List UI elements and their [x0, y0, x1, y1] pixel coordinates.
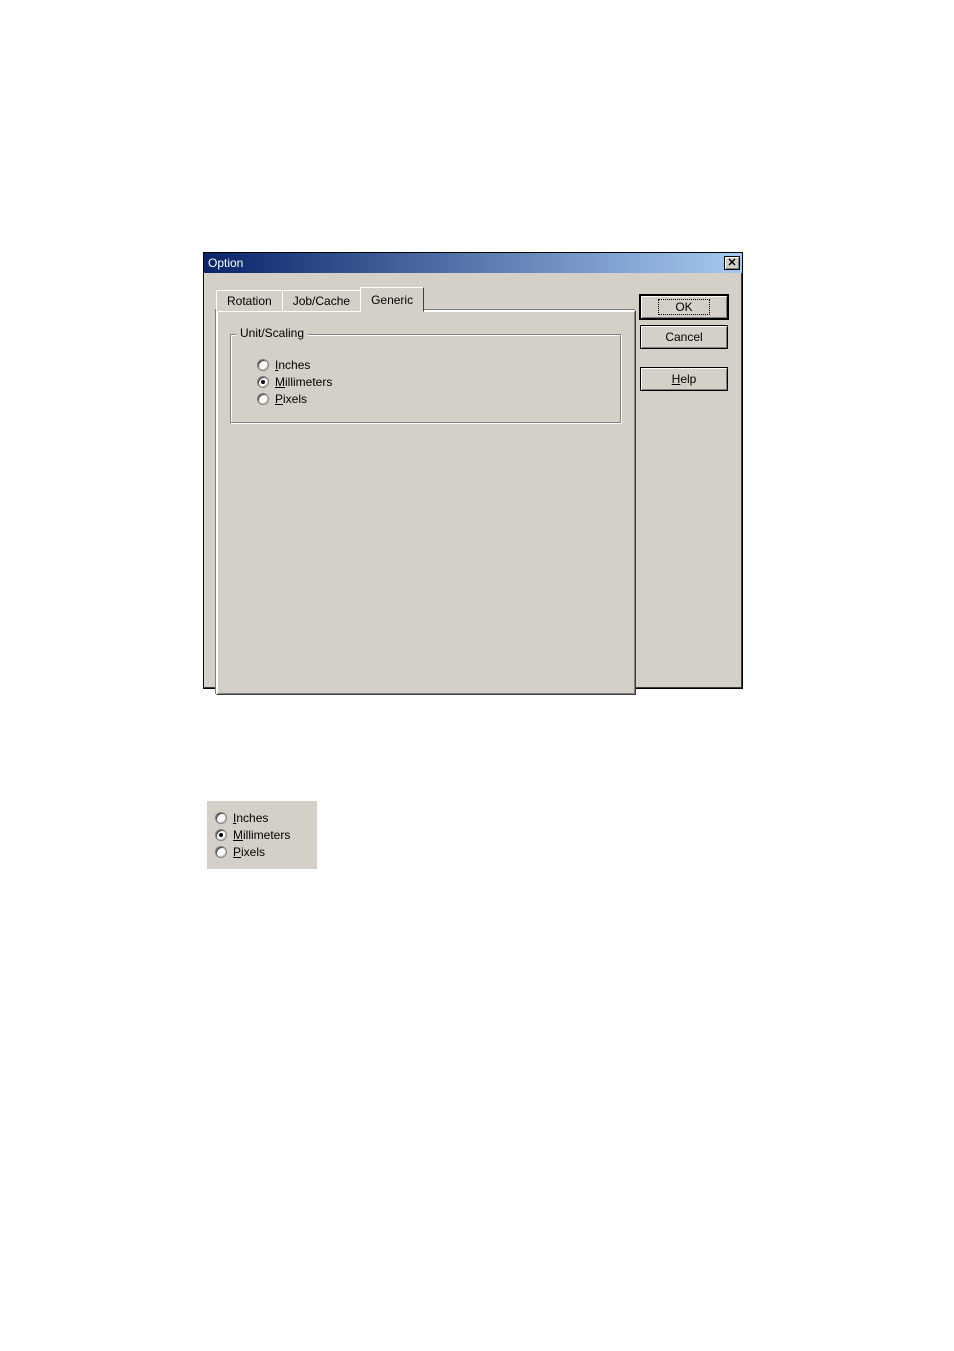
tab-control: Rotation Job/Cache Generic Unit/Scaling: [216, 287, 636, 695]
radio-millimeters[interactable]: Millimeters: [215, 828, 309, 842]
tab-job-cache[interactable]: Job/Cache: [282, 290, 361, 311]
tab-label: Job/Cache: [293, 294, 350, 308]
tab-label: Generic: [371, 293, 413, 307]
help-button[interactable]: Help: [640, 367, 728, 391]
radio-label: Inches: [233, 811, 268, 825]
radio-icon: [257, 359, 269, 371]
cancel-button[interactable]: Cancel: [640, 325, 728, 349]
tab-strip: Rotation Job/Cache Generic: [216, 287, 636, 311]
radio-label: Millimeters: [275, 375, 332, 389]
radio-icon: [215, 846, 227, 858]
radio-label: Millimeters: [233, 828, 290, 842]
radio-pixels[interactable]: Pixels: [215, 845, 309, 859]
tab-panel: Unit/Scaling Inches Millimeters: [216, 310, 636, 695]
radio-icon: [215, 812, 227, 824]
dialog-title: Option: [208, 256, 243, 270]
tab-panel-inner: Unit/Scaling Inches Millimeters: [217, 311, 635, 694]
radio-icon: [215, 829, 227, 841]
option-dialog: Option ✕ Rotation Job/Cache Generic: [203, 252, 743, 689]
groupbox-frame: Inches Millimeters Pixels: [230, 334, 622, 424]
unit-scaling-groupbox: Unit/Scaling Inches Millimeters: [230, 334, 622, 424]
radio-icon: [257, 393, 269, 405]
close-button[interactable]: ✕: [724, 256, 740, 270]
radio-millimeters[interactable]: Millimeters: [257, 375, 595, 389]
tab-label: Rotation: [227, 294, 272, 308]
radio-inches[interactable]: Inches: [215, 811, 309, 825]
button-label: Help: [672, 372, 697, 386]
radio-label: Pixels: [233, 845, 265, 859]
ok-button[interactable]: OK: [640, 295, 728, 319]
tab-rotation[interactable]: Rotation: [216, 290, 283, 311]
radio-pixels[interactable]: Pixels: [257, 392, 595, 406]
radio-icon: [257, 376, 269, 388]
button-label: OK: [658, 299, 709, 315]
radio-label: Pixels: [275, 392, 307, 406]
radio-inches[interactable]: Inches: [257, 358, 595, 372]
close-icon: ✕: [727, 258, 736, 269]
groupbox-label: Unit/Scaling: [236, 326, 308, 340]
tab-generic[interactable]: Generic: [360, 287, 424, 312]
button-label: Cancel: [665, 330, 702, 344]
dialog-body: Rotation Job/Cache Generic Unit/Scaling: [204, 273, 742, 688]
titlebar: Option ✕: [204, 253, 742, 273]
dialog-buttons: OK Cancel Help: [640, 295, 728, 391]
unit-scaling-snippet: Inches Millimeters Pixels: [207, 801, 317, 869]
radio-label: Inches: [275, 358, 310, 372]
